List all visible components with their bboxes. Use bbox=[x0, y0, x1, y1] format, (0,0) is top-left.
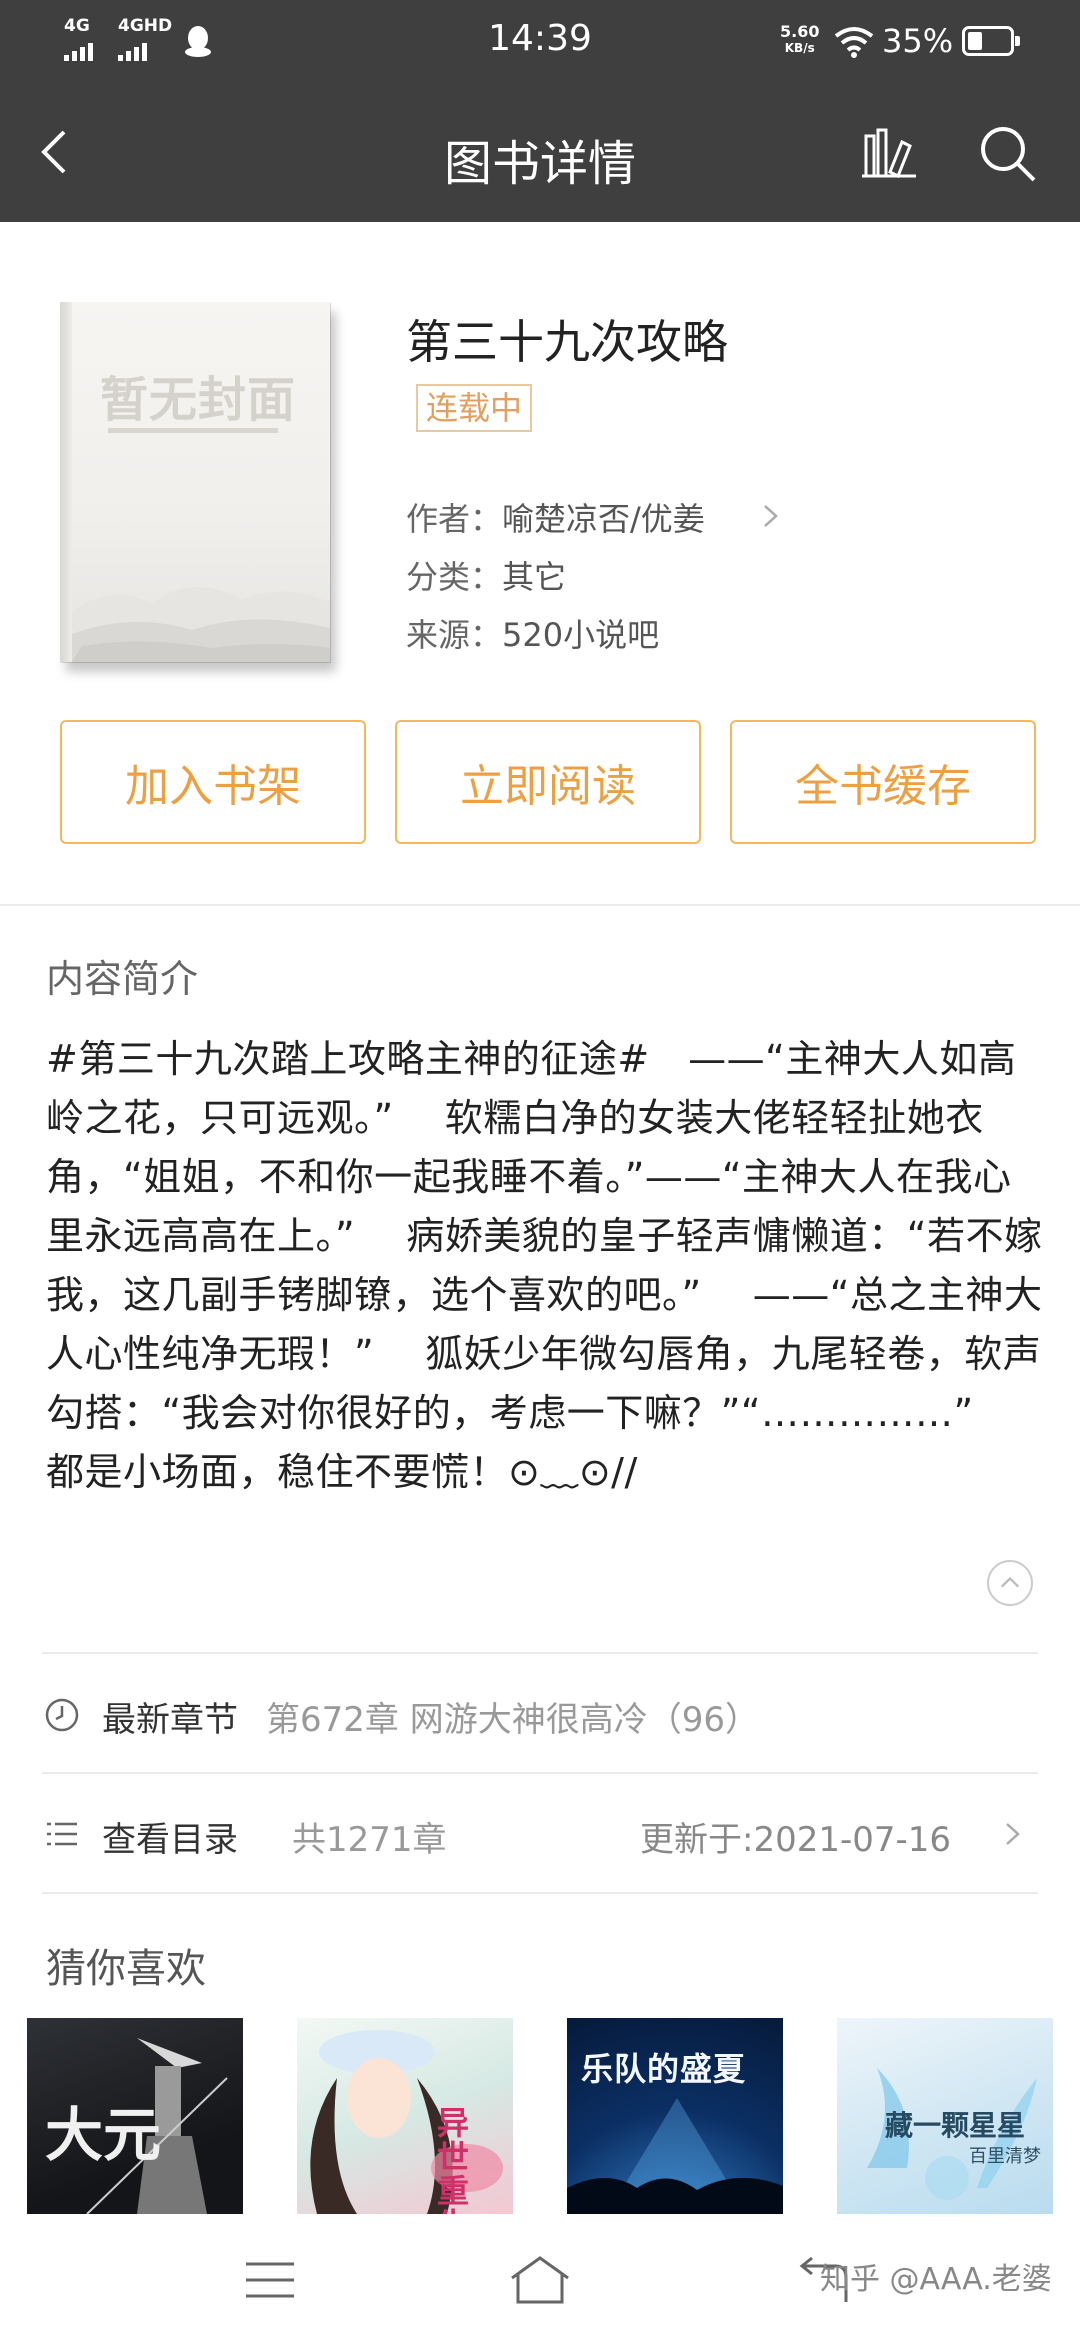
intro-text: #第三十九次踏上攻略主神的征途# ——“主神大人如高岭之花，只可远观。” 软糯白… bbox=[46, 1037, 1043, 1494]
home-icon[interactable] bbox=[508, 2252, 572, 2308]
battery-icon bbox=[962, 26, 1020, 56]
recommend-book-2[interactable]: 异世重生 bbox=[297, 2018, 513, 2214]
status-badge: 连载中 bbox=[416, 384, 533, 432]
cover-title: 藏一颗星星 bbox=[885, 2109, 1026, 2142]
battery-percent: 35% bbox=[882, 22, 954, 60]
latest-chapter-title[interactable]: 第672章 网游大神很高冷（96） bbox=[266, 1692, 759, 1741]
speed-unit: KB/s bbox=[784, 41, 815, 55]
recommend-book-3[interactable]: 乐队的盛夏 bbox=[567, 2018, 783, 2214]
cover-author: 百里清梦 bbox=[969, 2146, 1041, 2167]
recommend-book-4[interactable]: 藏一颗星星 百里清梦 bbox=[837, 2018, 1053, 2214]
divider bbox=[42, 1652, 1038, 1654]
category-value: 其它 bbox=[502, 558, 567, 596]
author-name: 喻楚凉否/优姜 bbox=[502, 500, 705, 538]
cover-title: 乐队的盛夏 bbox=[581, 2050, 747, 2088]
add-to-shelf-button[interactable]: 加入书架 bbox=[60, 720, 366, 844]
top-bar: 4G 4GHD 14:39 5.60 KB/s 35% 图书详情 bbox=[0, 0, 1080, 222]
clock-icon bbox=[45, 1698, 79, 1732]
recommend-book-1[interactable]: 大元 bbox=[27, 2018, 243, 2214]
chevron-right-icon[interactable] bbox=[760, 500, 782, 532]
catalog-label[interactable]: 查看目录 bbox=[102, 1812, 238, 1861]
author-label: 作者： bbox=[406, 500, 503, 538]
source-value: 520小说吧 bbox=[502, 616, 660, 654]
divider bbox=[0, 904, 1080, 906]
cover-landscape bbox=[72, 586, 330, 662]
book-title: 第三十九次攻略 bbox=[406, 315, 728, 369]
divider bbox=[42, 1772, 1038, 1774]
speed-value: 5.60 bbox=[780, 22, 820, 41]
divider bbox=[42, 1892, 1038, 1894]
watermark: 知乎 @AAA.老婆 bbox=[820, 2262, 1052, 2297]
updated-date: 更新于:2021-07-16 bbox=[640, 1820, 952, 1860]
category-label: 分类： bbox=[406, 558, 503, 596]
cover-placeholder-text: 暂无封面 bbox=[100, 372, 297, 428]
search-icon[interactable] bbox=[976, 122, 1040, 186]
chevron-right-icon[interactable] bbox=[1002, 1818, 1024, 1850]
category-row: 分类：其它 bbox=[406, 552, 566, 598]
source-label: 来源： bbox=[406, 616, 503, 654]
book-cover: 暂无封面 bbox=[60, 302, 330, 662]
bookshelf-icon[interactable] bbox=[856, 122, 920, 186]
network-speed: 5.60 KB/s bbox=[780, 24, 819, 56]
latest-chapter-label[interactable]: 最新章节 bbox=[102, 1692, 238, 1741]
read-now-button[interactable]: 立即阅读 bbox=[395, 720, 701, 844]
cache-all-button[interactable]: 全书缓存 bbox=[730, 720, 1036, 844]
cover-title: 大元 bbox=[45, 2101, 162, 2169]
list-icon bbox=[47, 1822, 77, 1846]
collapse-up-icon[interactable] bbox=[987, 1560, 1033, 1606]
author-row[interactable]: 作者：喻楚凉否/优姜 bbox=[406, 494, 705, 540]
wifi-icon bbox=[834, 27, 874, 58]
chapter-count: 共1271章 bbox=[292, 1820, 447, 1860]
recommend-heading: 猜你喜欢 bbox=[46, 1946, 206, 1992]
status-bar: 4G 4GHD 14:39 5.60 KB/s 35% bbox=[0, 0, 1080, 84]
menu-icon[interactable] bbox=[242, 2252, 298, 2308]
cover-title: 异世重生 bbox=[437, 2104, 470, 2214]
intro-heading: 内容简介 bbox=[46, 957, 199, 1001]
source-row: 来源：520小说吧 bbox=[406, 610, 659, 656]
app-bar: 图书详情 bbox=[0, 84, 1080, 222]
